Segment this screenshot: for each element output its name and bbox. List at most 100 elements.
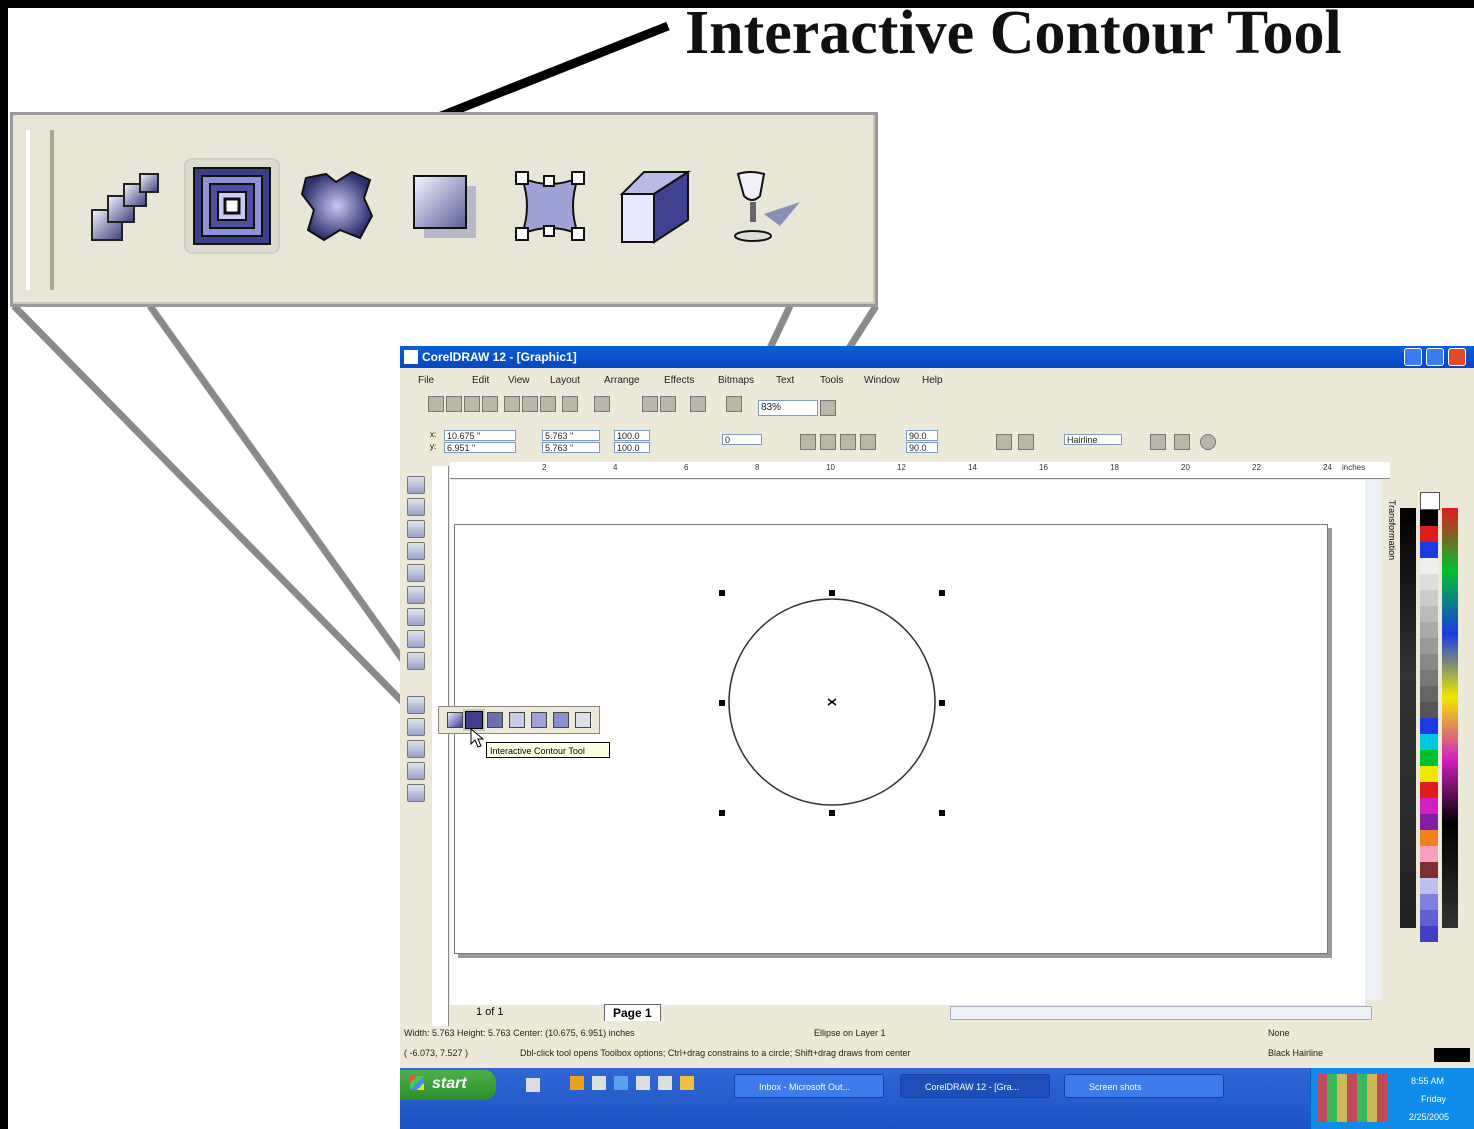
x-position-field[interactable]: 10.675 "	[444, 430, 516, 441]
color-swatch[interactable]	[1420, 686, 1438, 702]
menu-view[interactable]: View	[508, 375, 530, 386]
open-icon[interactable]	[446, 396, 462, 412]
menu-layout[interactable]: Layout	[550, 375, 580, 386]
ellipse-tool-icon[interactable]	[407, 608, 425, 626]
tray-icons[interactable]	[1317, 1074, 1387, 1122]
interactive-blend-tool[interactable]	[80, 160, 172, 252]
quicklaunch-icon[interactable]	[658, 1076, 672, 1090]
copy-icon[interactable]	[522, 396, 538, 412]
quicklaunch-desktop-icon[interactable]	[526, 1078, 540, 1092]
print-icon[interactable]	[482, 396, 498, 412]
selection-handle[interactable]	[829, 590, 835, 596]
start-button[interactable]: start	[400, 1070, 496, 1100]
smart-fill-tool-icon[interactable]	[407, 564, 425, 582]
interactive-contour-tool[interactable]	[186, 160, 278, 252]
color-swatch[interactable]	[1420, 606, 1438, 622]
selection-handle[interactable]	[939, 590, 945, 596]
task-coreldraw[interactable]: CorelDRAW 12 - [Gra...	[900, 1074, 1050, 1098]
color-swatch[interactable]	[1420, 526, 1438, 542]
zoom-tool-icon[interactable]	[407, 520, 425, 538]
zoom-select[interactable]: 83%	[758, 400, 818, 416]
contour-icon[interactable]	[465, 711, 483, 729]
object-height-field[interactable]: 5.763 "	[542, 442, 600, 453]
corel-online-icon[interactable]	[726, 396, 742, 412]
ellipse-icon[interactable]	[820, 434, 836, 450]
blend-icon[interactable]	[447, 712, 463, 728]
color-swatch[interactable]	[1420, 574, 1438, 590]
convert-to-curves-icon[interactable]	[1200, 434, 1216, 450]
color-swatch[interactable]	[1420, 510, 1438, 526]
selection-handle[interactable]	[719, 590, 725, 596]
mirror-icon[interactable]	[800, 434, 816, 450]
color-swatch[interactable]	[1420, 910, 1438, 926]
extrude-icon[interactable]	[553, 712, 569, 728]
pick-tool-icon[interactable]	[407, 476, 425, 494]
to-back-icon[interactable]	[1174, 434, 1190, 450]
color-swatch[interactable]	[1420, 622, 1438, 638]
menu-text[interactable]: Text	[776, 375, 794, 386]
to-front-icon[interactable]	[1150, 434, 1166, 450]
selection-handle[interactable]	[939, 810, 945, 816]
object-width-field[interactable]: 5.763 "	[542, 430, 600, 441]
rotation-angle-field[interactable]: 0	[722, 434, 762, 445]
quicklaunch-icon[interactable]	[614, 1076, 628, 1090]
vertical-scrollbar[interactable]	[1365, 480, 1381, 1000]
task-screen-shots[interactable]: Screen shots	[1064, 1074, 1224, 1098]
shape-tool-icon[interactable]	[407, 498, 425, 516]
page-counter[interactable]: 1 of 1	[476, 1006, 504, 1018]
selection-handle[interactable]	[939, 700, 945, 706]
selection-handle[interactable]	[719, 700, 725, 706]
menu-file[interactable]: File	[418, 375, 434, 386]
no-color-swatch[interactable]	[1420, 492, 1440, 510]
color-swatch[interactable]	[1420, 878, 1438, 894]
color-swatch[interactable]	[1420, 862, 1438, 878]
wrap-text-icon[interactable]	[996, 434, 1012, 450]
end-angle-field[interactable]: 90.0	[906, 442, 938, 453]
freehand-tool-icon[interactable]	[407, 542, 425, 560]
color-swatch[interactable]	[1420, 702, 1438, 718]
interactive-envelope-tool[interactable]	[504, 160, 596, 252]
color-swatch[interactable]	[1420, 798, 1438, 814]
y-position-field[interactable]: 6.951 "	[444, 442, 516, 453]
interactive-extrude-tool[interactable]	[610, 160, 702, 252]
outline-width-select[interactable]: Hairline	[1064, 434, 1122, 445]
redo-icon[interactable]	[594, 396, 610, 412]
quicklaunch-icon[interactable]	[636, 1076, 650, 1090]
new-icon[interactable]	[428, 396, 444, 412]
undo-icon[interactable]	[562, 396, 578, 412]
menu-help[interactable]: Help	[922, 375, 943, 386]
interactive-transparency-tool[interactable]	[716, 160, 808, 252]
paste-icon[interactable]	[540, 396, 556, 412]
page-tab[interactable]: Page 1	[604, 1004, 661, 1021]
menu-arrange[interactable]: Arrange	[604, 375, 640, 386]
fill-tool-icon[interactable]	[407, 762, 425, 780]
horizontal-scrollbar[interactable]	[950, 1006, 1372, 1020]
menu-edit[interactable]: Edit	[472, 375, 489, 386]
selection-handle[interactable]	[719, 810, 725, 816]
color-swatch[interactable]	[1420, 558, 1438, 574]
color-swatch[interactable]	[1420, 734, 1438, 750]
application-launcher-icon[interactable]	[690, 396, 706, 412]
scale-width-field[interactable]: 100.0	[614, 430, 650, 441]
menu-effects[interactable]: Effects	[664, 375, 694, 386]
cut-icon[interactable]	[504, 396, 520, 412]
pie-icon[interactable]	[840, 434, 856, 450]
quicklaunch-icon[interactable]	[680, 1076, 694, 1090]
menu-tools[interactable]: Tools	[820, 375, 843, 386]
menu-bitmaps[interactable]: Bitmaps	[718, 375, 754, 386]
start-angle-field[interactable]: 90.0	[906, 430, 938, 441]
color-swatch[interactable]	[1420, 830, 1438, 846]
color-swatch[interactable]	[1420, 926, 1438, 942]
transparency-icon[interactable]	[575, 712, 591, 728]
distortion-icon[interactable]	[487, 712, 503, 728]
outline-tool-icon[interactable]	[407, 740, 425, 758]
color-swatch[interactable]	[1420, 718, 1438, 734]
interactive-effects-tool-icon[interactable]	[407, 696, 425, 714]
arc-icon[interactable]	[860, 434, 876, 450]
menu-window[interactable]: Window	[864, 375, 900, 386]
color-swatch[interactable]	[1420, 782, 1438, 798]
scale-height-field[interactable]: 100.0	[614, 442, 650, 453]
color-swatch[interactable]	[1420, 846, 1438, 862]
color-swatch[interactable]	[1420, 638, 1438, 654]
envelope-icon[interactable]	[531, 712, 547, 728]
